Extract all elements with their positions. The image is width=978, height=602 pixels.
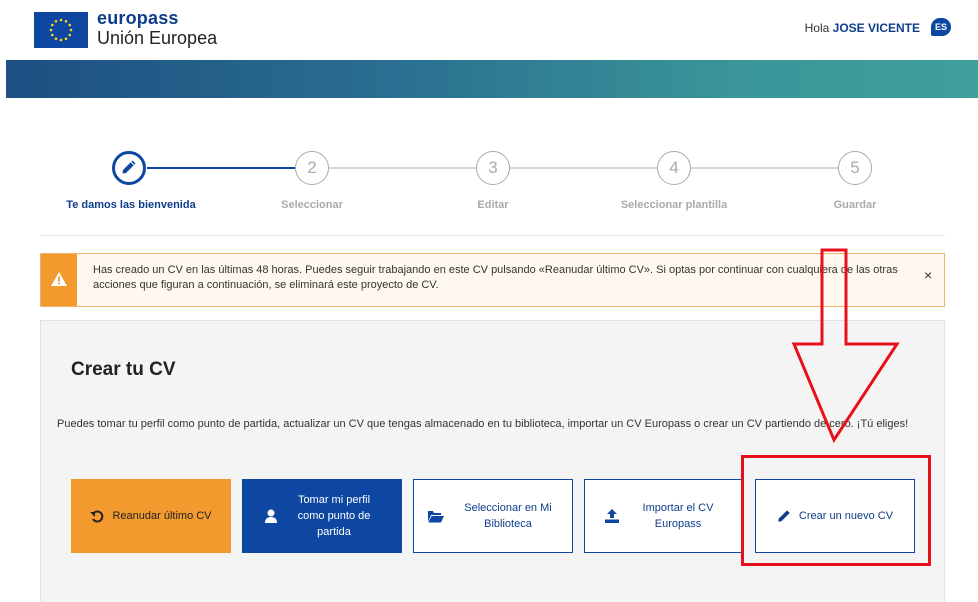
header-banner (6, 60, 978, 98)
folder-open-icon (428, 510, 444, 523)
brand-name[interactable]: europass Unión Europea (97, 9, 217, 47)
progress-stepper: Te damos las bienvenida 2 Seleccionar 3 … (0, 150, 978, 220)
import-europass-button[interactable]: Importar el CV Europass (584, 479, 744, 553)
button-label: Importar el CV Europass (642, 502, 714, 530)
step-connector (147, 167, 295, 169)
use-profile-button[interactable]: Tomar mi perfil como punto de partida (242, 479, 402, 553)
step-1-circle (112, 151, 146, 185)
upload-icon (605, 509, 619, 523)
step-4-circle: 4 (657, 151, 691, 185)
brand-union-europea: Unión Europea (97, 28, 218, 48)
section-divider (40, 235, 945, 236)
step-2-label: Seleccionar (281, 199, 343, 211)
warning-icon (51, 272, 67, 286)
eu-flag-logo[interactable] (34, 12, 88, 48)
button-label: Reanudar último CV (112, 510, 212, 522)
language-selector[interactable]: ES (931, 18, 951, 36)
step-connector (691, 167, 838, 169)
button-label: Seleccionar en Mi Biblioteca (464, 502, 552, 530)
step-4-label: Seleccionar plantilla (620, 199, 728, 211)
alert-icon-box (41, 254, 77, 306)
annotation-highlight-box (741, 455, 931, 566)
site-header: europass Unión Europea Hola JOSE VICENTE… (0, 0, 978, 60)
undo-icon (90, 509, 104, 523)
step-3-circle: 3 (476, 151, 510, 185)
select-library-button[interactable]: Seleccionar en Mi Biblioteca (413, 479, 573, 553)
brand-europass: europass (97, 8, 179, 28)
step-5-label: Guardar (833, 199, 877, 211)
annotation-arrow-icon (791, 248, 900, 444)
step-1-label: Te damos las bienvenida (66, 199, 196, 211)
user-greeting[interactable]: Hola JOSE VICENTE (805, 21, 920, 35)
step-5-circle: 5 (838, 151, 872, 185)
button-label: Tomar mi perfil como punto de partida (297, 494, 371, 538)
user-icon (265, 509, 277, 523)
step-connector (510, 167, 657, 169)
user-name: JOSE VICENTE (832, 21, 920, 35)
greeting-text: Hola (804, 21, 830, 35)
close-icon[interactable]: × (924, 267, 932, 283)
card-description: Puedes tomar tu perfil como punto de par… (57, 418, 909, 430)
resume-last-cv-button[interactable]: Reanudar último CV (71, 479, 231, 553)
pencil-icon (121, 159, 137, 175)
step-2-circle: 2 (295, 151, 329, 185)
card-title: Crear tu CV (71, 359, 176, 380)
step-connector (329, 167, 476, 169)
step-3-label: Editar (477, 199, 509, 211)
